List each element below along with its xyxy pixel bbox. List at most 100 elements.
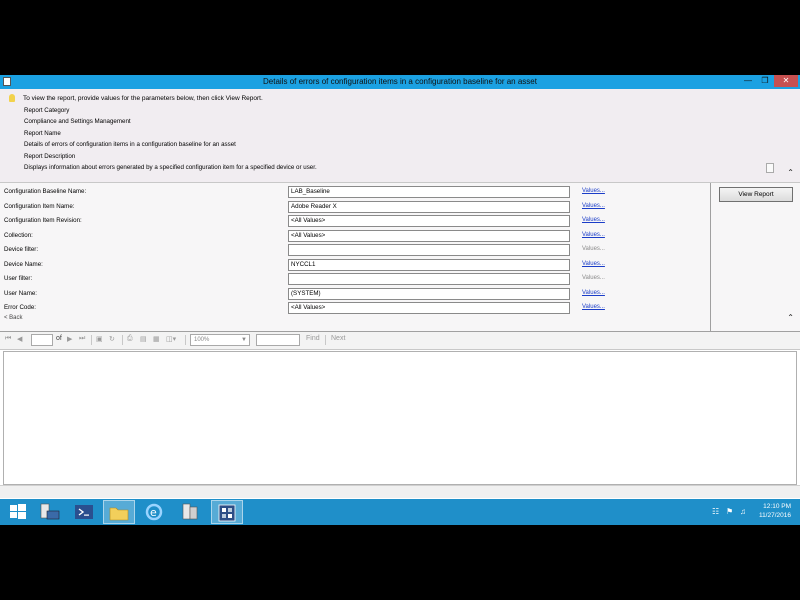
param-label: Configuration Item Name: [4, 202, 75, 210]
view-report-button[interactable]: View Report [719, 187, 793, 202]
values-link[interactable]: Values... [582, 290, 605, 296]
restore-button[interactable]: ❐ [757, 75, 773, 87]
chevron-down-icon: ▼ [241, 337, 247, 343]
next-button[interactable]: Next [331, 335, 345, 342]
param-input[interactable]: Adobe Reader X [288, 200, 570, 213]
name-label: Report Name [24, 130, 61, 137]
param-row: Configuration Item Revision: <All Values… [0, 215, 710, 228]
taskbar-internet-explorer[interactable]: e [139, 500, 171, 524]
toolbar-separator [325, 335, 326, 345]
report-viewer-area [3, 351, 797, 485]
stop-icon[interactable]: ▣ [96, 335, 103, 343]
taskbar-documents-app[interactable] [175, 500, 207, 524]
first-page-icon[interactable]: ⏮ [5, 335, 11, 343]
action-center-tray-icon[interactable]: ⚑ [726, 507, 733, 516]
last-page-icon[interactable]: ⏭ [79, 335, 85, 343]
param-input[interactable]: (SYSTEM) [288, 287, 570, 300]
application-window: Details of errors of configuration items… [0, 75, 800, 525]
values-link[interactable]: Values... [582, 261, 605, 267]
param-input[interactable]: NYCCL1 [288, 258, 570, 271]
collapse-params-icon[interactable]: ⌃ [787, 313, 794, 322]
param-label: User filter: [4, 275, 33, 282]
category-value: Compliance and Settings Management [24, 118, 131, 125]
description-value: Displays information about errors genera… [24, 164, 317, 171]
info-scroll-icon[interactable] [766, 163, 774, 173]
param-input[interactable]: <All Values> [288, 302, 570, 314]
clock-time: 12:10 PM [763, 503, 791, 510]
print-layout-icon[interactable]: ▤ [140, 335, 147, 343]
param-label: Device Name: [4, 260, 43, 268]
page-setup-icon[interactable]: ▦ [153, 335, 160, 343]
param-input[interactable]: LAB_Baseline [288, 186, 570, 198]
configuration-manager-icon [218, 504, 236, 522]
next-page-icon[interactable]: ▶ [67, 335, 72, 343]
params-divider [710, 183, 711, 331]
param-input[interactable]: <All Values> [288, 229, 570, 242]
taskbar-configuration-manager[interactable] [211, 500, 243, 524]
param-row: Device filter: Values... [0, 244, 710, 257]
page-number-input[interactable] [31, 334, 53, 346]
windows-logo-icon [10, 504, 26, 519]
export-icon[interactable]: ◫▾ [166, 335, 176, 343]
values-link: Values... [582, 246, 605, 252]
param-label: User Name: [4, 289, 38, 297]
folder-icon [109, 507, 129, 521]
back-link[interactable]: < Back [4, 315, 23, 321]
category-label: Report Category [24, 107, 70, 114]
title-bar: Details of errors of configuration items… [0, 75, 800, 89]
values-link[interactable]: Values... [582, 203, 605, 209]
system-clock[interactable]: 12:10 PM 11/27/2016 [759, 502, 791, 520]
taskbar-powershell[interactable] [69, 500, 101, 524]
param-label: Collection: [4, 231, 33, 239]
param-input[interactable] [288, 244, 570, 256]
print-icon[interactable]: ⎙ [127, 335, 133, 343]
values-link[interactable]: Values... [582, 217, 605, 223]
param-label: Device filter: [4, 246, 39, 253]
toolbar-separator [122, 335, 123, 345]
instruction-text: To view the report, provide values for t… [23, 95, 263, 102]
previous-page-icon[interactable]: ◀ [17, 335, 22, 343]
clock-date: 11/27/2016 [758, 512, 791, 519]
param-row: Collection: <All Values> Values... [0, 229, 710, 243]
param-row: Device Name: NYCCL1 Values... [0, 258, 710, 272]
report-info-panel: To view the report, provide values for t… [0, 89, 800, 183]
close-button[interactable]: ✕ [774, 75, 798, 87]
values-link: Values... [582, 275, 605, 281]
param-row: Configuration Baseline Name: LAB_Baselin… [0, 186, 710, 199]
zoom-value: 100% [194, 337, 210, 343]
description-label: Report Description [24, 153, 76, 160]
network-tray-icon[interactable]: ☷ [712, 507, 719, 516]
zoom-select[interactable]: 100% ▼ [190, 334, 250, 346]
server-manager-icon [40, 503, 60, 520]
param-label: Configuration Item Revision: [4, 217, 82, 224]
refresh-icon[interactable]: ↻ [109, 335, 115, 343]
taskbar: e ☷ ⚑ ♫ 12:10 PM 11/27/2016 [0, 499, 800, 525]
horizontal-scrollbar[interactable] [0, 485, 800, 498]
lightbulb-icon [9, 94, 15, 102]
param-row: Error Code: <All Values> Values... [0, 302, 710, 315]
param-row: User filter: Values... [0, 273, 710, 286]
find-input[interactable] [256, 334, 300, 346]
toolbar-separator [91, 335, 92, 345]
taskbar-file-explorer[interactable] [103, 500, 135, 524]
collapse-info-icon[interactable]: ⌃ [787, 168, 794, 177]
restore-icon: ❐ [761, 76, 769, 85]
find-button[interactable]: Find [306, 335, 320, 342]
documents-icon [182, 503, 198, 520]
svg-text:e: e [150, 506, 157, 519]
values-link[interactable]: Values... [582, 188, 605, 194]
window-title: Details of errors of configuration items… [263, 77, 537, 86]
param-row: Configuration Item Name: Adobe Reader X … [0, 200, 710, 214]
powershell-icon [75, 505, 93, 519]
name-value: Details of errors of configuration items… [24, 141, 236, 148]
values-link[interactable]: Values... [582, 232, 605, 238]
taskbar-server-manager[interactable] [35, 500, 67, 524]
param-input[interactable] [288, 273, 570, 285]
minimize-button[interactable]: — [740, 75, 756, 87]
param-label: Configuration Baseline Name: [4, 188, 87, 195]
values-link[interactable]: Values... [582, 304, 605, 310]
start-button[interactable] [3, 500, 35, 524]
param-input[interactable]: <All Values> [288, 215, 570, 227]
volume-tray-icon[interactable]: ♫ [740, 507, 746, 516]
param-label: Error Code: [4, 304, 36, 311]
